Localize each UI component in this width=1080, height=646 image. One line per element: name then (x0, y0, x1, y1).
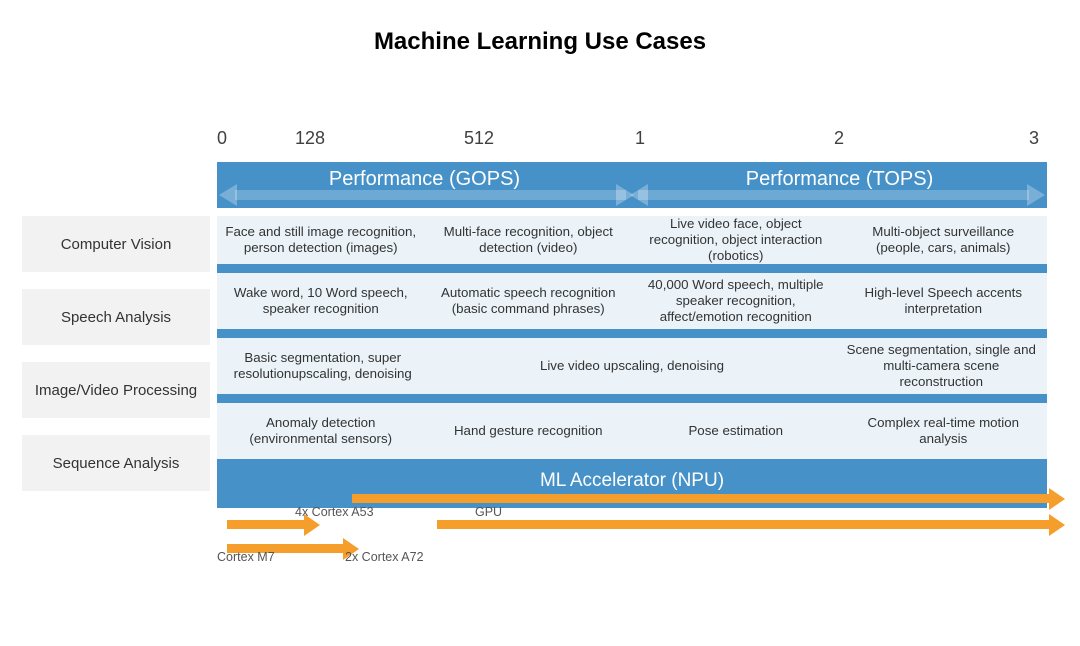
tick-128: 128 (295, 128, 325, 149)
row-separator (217, 329, 1047, 338)
arrow-left-icon (219, 184, 237, 206)
perf-header: Performance (GOPS) Performance (TOPS) (217, 162, 1047, 208)
hw-a53: 4x Cortex A53 (295, 505, 374, 519)
tick-2: 2 (834, 128, 844, 149)
label-sequence: Sequence Analysis (22, 435, 210, 491)
row-image-video: Basic segmentation, super resolutionupsc… (217, 338, 1047, 394)
scale-axis: 0 128 512 1 2 3 (217, 128, 1047, 154)
row-sequence: Anomaly detection (environmental sensors… (217, 403, 1047, 459)
row-speech: Wake word, 10 Word speech, speaker recog… (217, 273, 1047, 329)
cell: Live video face, object recognition, obj… (632, 216, 840, 264)
arrow-left-icon (630, 184, 648, 206)
hw-gpu: GPU (475, 505, 502, 519)
arrow-bar-right (638, 190, 1029, 200)
cell: Live video upscaling, denoising (429, 338, 836, 394)
cell: Multi-face recognition, object detection… (425, 216, 633, 264)
cell: Hand gesture recognition (425, 403, 633, 459)
label-image-video: Image/Video Processing (22, 362, 210, 418)
cell: Multi-object surveillance (people, cars,… (840, 216, 1048, 264)
category-labels: Computer Vision Speech Analysis Image/Vi… (22, 216, 210, 508)
row-separator (217, 459, 1047, 468)
page-title: Machine Learning Use Cases (0, 28, 1080, 56)
cell: Basic segmentation, super resolutionupsc… (217, 338, 429, 394)
cell: Pose estimation (632, 403, 840, 459)
arrow-right-icon (1049, 514, 1065, 536)
cell: Complex real-time motion analysis (840, 403, 1048, 459)
perf-gops-label: Performance (GOPS) (329, 168, 520, 191)
npu-arrow (352, 494, 1053, 503)
cell: Automatic speech recognition (basic comm… (425, 273, 633, 329)
perf-tops: Performance (TOPS) (632, 162, 1047, 208)
row-separator (217, 264, 1047, 273)
arrow-right-icon (1049, 488, 1065, 510)
cell: Face and still image recognition, person… (217, 216, 425, 264)
arrow-bar-left (235, 190, 626, 200)
npu-band: ML Accelerator (NPU) (217, 468, 1047, 508)
hw-m7: Cortex M7 (217, 550, 275, 564)
cell: 40,000 Word speech, multiple speaker rec… (632, 273, 840, 329)
tick-512: 512 (464, 128, 494, 149)
a53-arrow (227, 520, 308, 529)
arrow-right-icon (1027, 184, 1045, 206)
tick-1: 1 (635, 128, 645, 149)
label-speech-analysis: Speech Analysis (22, 289, 210, 345)
hardware-band: 4x Cortex A53 GPU Cortex M7 2x Cortex A7… (217, 508, 1047, 564)
cell: High-level Speech accents interpretation (840, 273, 1048, 329)
cell: Anomaly detection (environmental sensors… (217, 403, 425, 459)
tick-0: 0 (217, 128, 227, 149)
label-computer-vision: Computer Vision (22, 216, 210, 272)
row-separator (217, 394, 1047, 403)
grid: Performance (GOPS) Performance (TOPS) Fa… (217, 162, 1047, 564)
cell: Wake word, 10 Word speech, speaker recog… (217, 273, 425, 329)
perf-gops: Performance (GOPS) (217, 162, 632, 208)
npu-label: ML Accelerator (NPU) (540, 470, 724, 492)
gpu-arrow (437, 520, 1053, 529)
hw-a72: 2x Cortex A72 (345, 550, 424, 564)
row-computer-vision: Face and still image recognition, person… (217, 208, 1047, 264)
perf-tops-label: Performance (TOPS) (746, 168, 933, 191)
tick-3: 3 (1029, 128, 1039, 149)
cell: Scene segmentation, single and multi-cam… (836, 338, 1048, 394)
